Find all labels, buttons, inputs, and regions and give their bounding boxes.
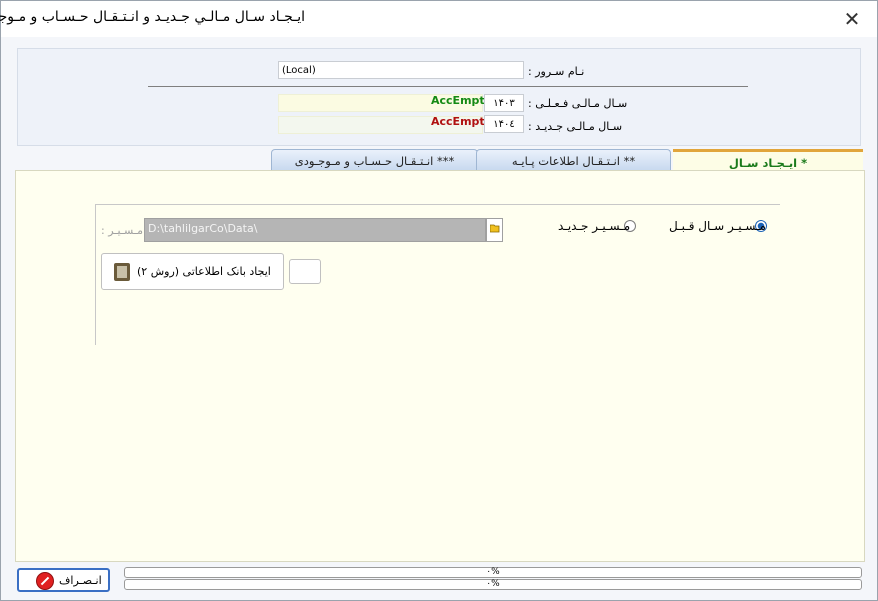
divider — [148, 86, 748, 87]
cancel-icon — [36, 572, 54, 590]
window-title: ايـجـاد سـال مـالـي جـديـد و انـتـقـال ح… — [0, 9, 305, 25]
new-db-name: AccEmpty — [431, 115, 492, 128]
current-year-label: سـال مـالـی فـعـلـی : — [528, 97, 628, 110]
progress-bar-2: ۰% — [124, 579, 862, 590]
path-field[interactable]: D:\tahlilgarCo\Data\ — [144, 218, 486, 242]
progress-bar-1: ۰% — [124, 567, 862, 578]
new-year-label: سـال مـالـی جـدیـد : — [528, 120, 623, 133]
title-bar: ايـجـاد سـال مـالـي جـديـد و انـتـقـال ح… — [0, 1, 877, 37]
database-door-icon — [114, 263, 130, 281]
create-database-label: ایجاد بانک اطلاعاتی (روش ۲) — [137, 265, 271, 278]
current-db-name: AccEmpty — [431, 94, 492, 107]
server-name-field[interactable]: (Local) — [278, 61, 524, 79]
browse-folder-button[interactable] — [486, 218, 503, 242]
folder-open-icon — [489, 223, 500, 236]
dialog-window: ايـجـاد سـال مـالـي جـديـد و انـتـقـال ح… — [0, 0, 878, 601]
cancel-button[interactable]: انـصـراف — [17, 568, 110, 592]
close-icon: ✕ — [843, 7, 861, 31]
progress-text-1: ۰% — [486, 567, 500, 577]
new-path-label[interactable]: مـسـیـر جـدیـد — [558, 219, 630, 233]
tab-transfer-base-info[interactable]: ** انـتـقـال اطلاعات پـایـه — [476, 149, 671, 172]
create-database-button[interactable]: ایجاد بانک اطلاعاتی (روش ۲) — [101, 253, 284, 290]
blank-button[interactable] — [289, 259, 321, 284]
tab-create-year[interactable]: * ایـجـاد سـال — [673, 149, 863, 171]
cancel-label: انـصـراف — [59, 574, 102, 587]
current-year-field[interactable]: ۱۴۰۳ — [484, 94, 524, 112]
new-year-field[interactable]: ۱۴۰٤ — [484, 115, 524, 133]
progress-text-2: ۰% — [486, 579, 500, 589]
prev-year-path-label[interactable]: مـسـیـر سـال قـبـل — [669, 219, 766, 233]
close-button[interactable]: ✕ — [839, 7, 865, 31]
path-label: مـسـیـر : — [101, 224, 143, 237]
server-name-label: نـام سـرور : — [528, 65, 585, 78]
tab-transfer-accounts[interactable]: *** انـتـقـال حـسـاب و مـوجـودی — [271, 149, 478, 172]
path-panel-divider — [101, 204, 779, 205]
